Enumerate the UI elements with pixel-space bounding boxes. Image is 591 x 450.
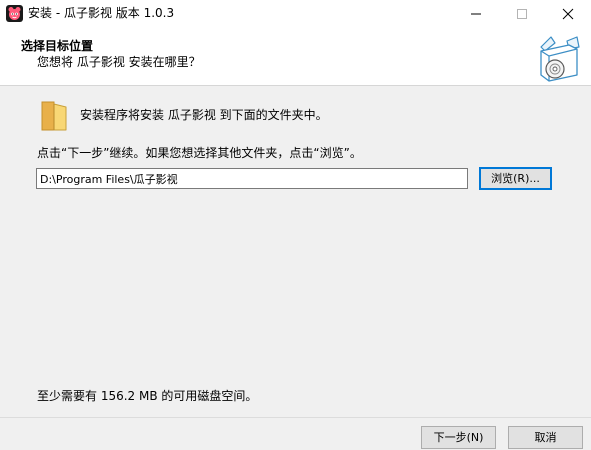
- page-subtitle: 您想将 瓜子影视 安装在哪里？: [37, 55, 201, 69]
- cancel-button[interactable]: 取消: [508, 426, 583, 449]
- page-title: 选择目标位置: [21, 39, 94, 53]
- maximize-icon: [517, 9, 527, 19]
- minimize-icon: [471, 13, 481, 15]
- install-intro-text: 安装程序将安装 瓜子影视 到下面的文件夹中。: [80, 108, 328, 122]
- browse-button[interactable]: 浏览(R)...: [479, 167, 552, 190]
- title-bar: 安装 - 瓜子影视 版本 1.0.3: [0, 0, 591, 27]
- footer-divider: [0, 417, 591, 418]
- close-button[interactable]: [545, 0, 591, 27]
- disk-space-text: 至少需要有 156.2 MB 的可用磁盘空间。: [37, 389, 258, 403]
- window-title: 安装 - 瓜子影视 版本 1.0.3: [28, 6, 175, 20]
- app-icon: [6, 5, 23, 22]
- next-button[interactable]: 下一步(N): [421, 426, 496, 449]
- minimize-button[interactable]: [453, 0, 499, 27]
- maximize-button[interactable]: [499, 0, 545, 27]
- install-box-icon: [531, 31, 583, 83]
- close-icon: [562, 8, 574, 20]
- install-path-input[interactable]: [36, 168, 468, 189]
- page-header: 选择目标位置 您想将 瓜子影视 安装在哪里？: [0, 27, 591, 86]
- instruction-text: 点击“下一步”继续。如果您想选择其他文件夹，点击“浏览”。: [37, 146, 362, 160]
- folder-icon: [40, 100, 70, 132]
